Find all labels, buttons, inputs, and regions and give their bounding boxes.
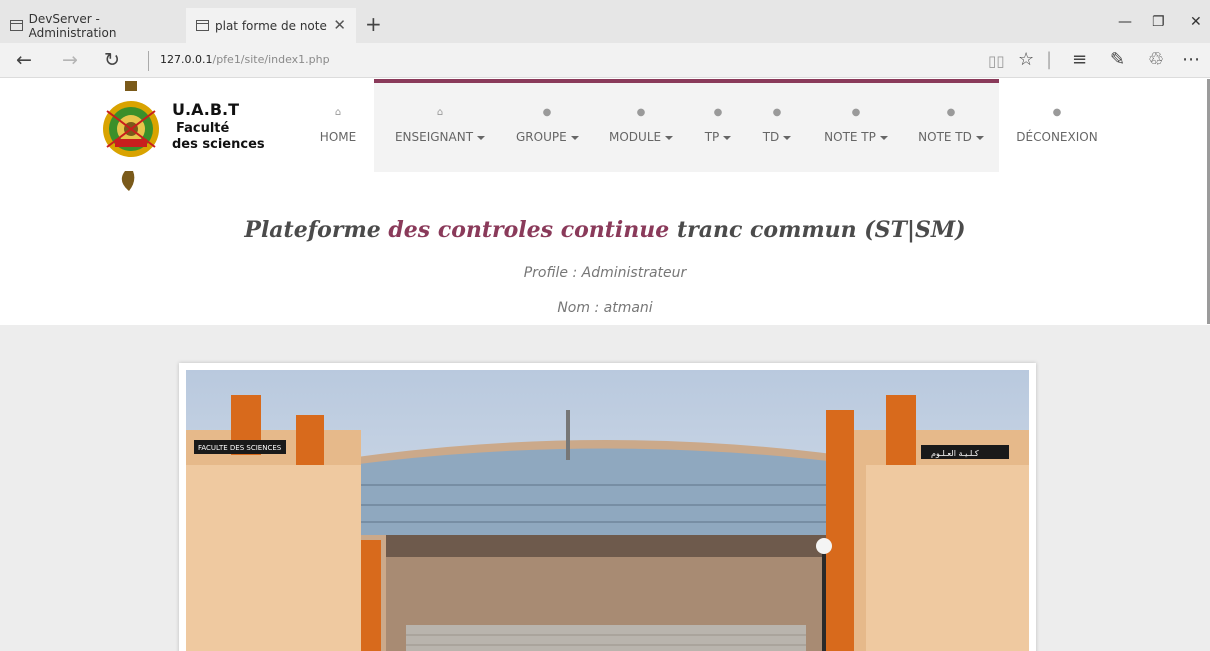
nav-groupe[interactable]: ● GROUPE: [516, 107, 579, 144]
user-icon: ●: [713, 107, 723, 118]
reading-view-icon[interactable]: ▯▯: [988, 52, 1005, 70]
chevron-down-icon: [570, 135, 579, 140]
chevron-down-icon: [665, 135, 674, 140]
user-icon: ●: [636, 107, 646, 118]
nav-note-tp[interactable]: ● NOTE TP: [822, 107, 890, 144]
new-tab-icon[interactable]: +: [365, 12, 382, 36]
browser-tab-bar: DevServer - Administration plat forme de…: [0, 0, 1210, 43]
nav-td[interactable]: ● TD: [762, 107, 792, 144]
user-icon: ●: [851, 107, 861, 118]
chevron-down-icon: [879, 135, 888, 140]
home-icon: ⌂: [436, 107, 444, 118]
page-icon: [196, 20, 209, 31]
address-separator: [148, 51, 149, 71]
toolbar-separator: |: [1046, 49, 1053, 70]
close-window-icon[interactable]: ✕: [1190, 14, 1202, 30]
chevron-down-icon: [723, 135, 732, 140]
nav-home[interactable]: ⌂ HOME: [318, 107, 358, 144]
nav-enseignant[interactable]: ⌂ ENSEIGNANT: [394, 107, 486, 144]
url-host: 127.0.0.1: [160, 53, 213, 66]
chevron-down-icon: [975, 135, 984, 140]
name-text: Nom : atmani: [557, 300, 653, 316]
faculty-building-photo: FACULTE DES SCIENCES كـلـيـة العـلـوم: [186, 370, 1029, 651]
page-title: Plateforme des controles continue tranc …: [244, 217, 966, 243]
hub-icon[interactable]: ≡: [1072, 49, 1087, 70]
nav-note-td[interactable]: ● NOTE TD: [916, 107, 986, 144]
logo-line-3: des sciences: [172, 137, 265, 152]
logo-line-2: Faculté: [176, 121, 230, 136]
nav-deconexion[interactable]: ● DÉCONEXION: [1014, 107, 1100, 144]
restore-icon[interactable]: ❐: [1152, 14, 1165, 30]
more-icon[interactable]: ⋯: [1182, 49, 1200, 70]
user-icon: ●: [542, 107, 552, 118]
browser-tab-devserver[interactable]: DevServer - Administration: [0, 8, 186, 43]
user-icon: ●: [772, 107, 782, 118]
hero-section: FACULTE DES SCIENCES كـلـيـة العـلـوم: [0, 325, 1210, 651]
nav-module[interactable]: ● MODULE: [609, 107, 674, 144]
nav-tp[interactable]: ● TP: [703, 107, 733, 144]
sign-right: كـلـيـة العـلـوم: [931, 449, 979, 458]
url-path: /pfe1/site/index1.php: [212, 53, 330, 66]
address-bar: ← → ↻ 127.0.0.1/pfe1/site/index1.php ▯▯ …: [0, 43, 1210, 78]
favorite-star-icon[interactable]: ☆: [1018, 49, 1034, 70]
share-icon[interactable]: ♲: [1148, 49, 1164, 70]
tab-title: plat forme de note: [215, 18, 327, 33]
building-illustration: FACULTE DES SCIENCES كـلـيـة العـلـوم: [186, 370, 1029, 651]
browser-tab-plat-forme[interactable]: plat forme de note ✕: [186, 8, 356, 43]
user-icon: ●: [946, 107, 956, 118]
close-tab-icon[interactable]: ✕: [333, 16, 346, 34]
chevron-down-icon: [477, 135, 486, 140]
home-icon: ⌂: [334, 107, 342, 118]
back-icon[interactable]: ←: [16, 49, 32, 71]
sign-left: FACULTE DES SCIENCES: [198, 444, 282, 452]
user-icon: ●: [1052, 107, 1062, 118]
hero-image-frame: FACULTE DES SCIENCES كـلـيـة العـلـوم: [179, 363, 1036, 651]
page-icon: [10, 20, 23, 31]
web-note-icon[interactable]: ✎: [1110, 49, 1125, 70]
page-content: ⌂ HOME ⌂ ENSEIGNANT ● GROUPE ● MODULE ● …: [0, 79, 1210, 651]
logo-line-1: U.A.B.T: [172, 100, 240, 119]
profile-text: Profile : Administrateur: [523, 265, 687, 281]
url-field[interactable]: 127.0.0.1/pfe1/site/index1.php: [160, 53, 330, 66]
refresh-icon[interactable]: ↻: [104, 49, 120, 71]
chevron-down-icon: [783, 135, 792, 140]
forward-icon[interactable]: →: [62, 49, 78, 71]
tab-title: DevServer - Administration: [28, 11, 117, 40]
minimize-icon[interactable]: —: [1118, 14, 1132, 30]
